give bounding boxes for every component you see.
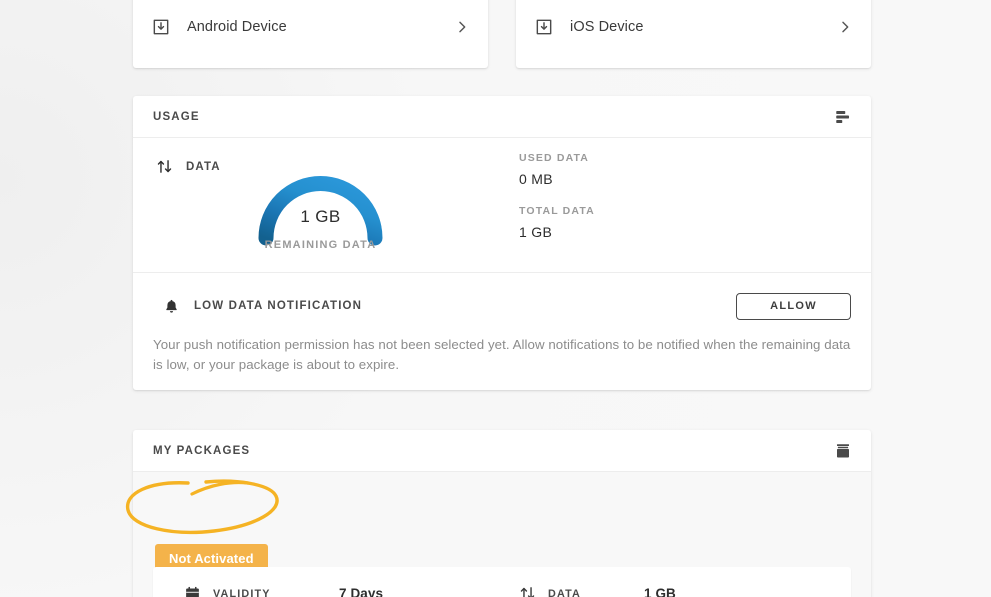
- used-data-value: 0 MB: [519, 171, 553, 187]
- app-page: Android Device iOS Device USAGE DATA 1 G…: [0, 0, 991, 597]
- used-data-label: USED DATA: [519, 152, 590, 164]
- low-data-notification-block: LOW DATA NOTIFICATION ALLOW Your push no…: [133, 273, 871, 374]
- remaining-data-gauge: 1 GB REMAINING DATA: [248, 152, 393, 262]
- android-device-label: Android Device: [187, 19, 287, 35]
- usage-body: DATA 1 GB REMAINING DATA USED DATA 0 MB …: [133, 138, 871, 273]
- package-body: Not Activated VALIDITY 7 Days DATA 1 GB: [133, 472, 871, 597]
- package-validity-field: VALIDITY: [184, 585, 339, 597]
- low-data-notification-title: LOW DATA NOTIFICATION: [194, 300, 363, 312]
- usage-section-title: USAGE: [153, 110, 200, 123]
- used-data-stat: USED DATA 0 MB: [519, 152, 871, 187]
- usage-card: USAGE DATA 1 GB REMAINING DATA USED DATA…: [133, 96, 871, 390]
- my-packages-section-header: MY PACKAGES: [133, 430, 871, 472]
- usage-section-header: USAGE: [133, 96, 871, 138]
- package-data-label: DATA: [548, 587, 581, 597]
- total-data-value: 1 GB: [519, 224, 553, 240]
- bell-icon: [163, 297, 180, 316]
- ios-device-card[interactable]: iOS Device: [516, 0, 871, 68]
- allow-notifications-button[interactable]: ALLOW: [736, 292, 851, 320]
- package-validity-value: 7 Days: [339, 586, 384, 597]
- gauge-caption: REMAINING DATA: [264, 239, 377, 251]
- usage-data-tag: DATA: [156, 158, 221, 175]
- low-data-notification-description: Your push notification permission has no…: [153, 337, 851, 372]
- my-packages-section-title: MY PACKAGES: [153, 444, 251, 457]
- install-device-icon: [534, 17, 554, 37]
- chevron-right-icon: [454, 19, 470, 35]
- android-device-row: Android Device: [151, 17, 470, 37]
- usage-data-label: DATA: [186, 160, 221, 173]
- gauge-column: DATA 1 GB REMAINING DATA: [133, 138, 518, 272]
- total-data-label: TOTAL DATA: [519, 205, 595, 217]
- package-data-field: DATA: [519, 585, 644, 597]
- chevron-right-icon: [837, 19, 853, 35]
- data-transfer-icon: [519, 585, 536, 597]
- usage-stats-column: USED DATA 0 MB TOTAL DATA 1 GB: [518, 138, 871, 272]
- install-device-icon: [151, 17, 171, 37]
- calendar-icon: [184, 585, 201, 597]
- device-install-row: Android Device iOS Device: [133, 0, 871, 68]
- package-validity-label: VALIDITY: [213, 587, 271, 597]
- ios-device-label: iOS Device: [570, 19, 644, 35]
- low-data-notification-header: LOW DATA NOTIFICATION ALLOW: [153, 289, 851, 323]
- ios-device-row: iOS Device: [534, 17, 853, 37]
- package-details-row[interactable]: VALIDITY 7 Days DATA 1 GB: [153, 567, 851, 597]
- bar-chart-icon: [834, 108, 852, 126]
- package-box-icon: [834, 442, 852, 460]
- android-device-card[interactable]: Android Device: [133, 0, 488, 68]
- gauge-value: 1 GB: [300, 207, 341, 226]
- total-data-stat: TOTAL DATA 1 GB: [519, 205, 871, 240]
- package-data-value: 1 GB: [644, 586, 676, 597]
- my-packages-card: MY PACKAGES Not Activated VALIDITY 7 Day…: [133, 430, 871, 597]
- data-transfer-icon: [156, 158, 173, 175]
